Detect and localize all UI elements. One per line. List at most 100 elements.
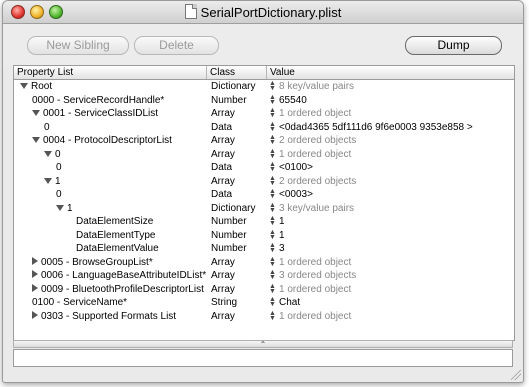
table-row[interactable]: 0 Array ▲ ▼ 1 ordered object	[14, 148, 514, 162]
row-class-cell[interactable]: Number	[211, 94, 271, 108]
class-popup-stepper-icon[interactable]: ▲ ▼	[269, 269, 276, 281]
column-header-value[interactable]: Value	[267, 66, 514, 79]
row-value-cell[interactable]: ▲ ▼ 1 ordered object	[269, 148, 509, 162]
row-key-cell[interactable]: Root	[14, 80, 213, 94]
row-value-cell[interactable]: ▲ ▼ 3	[269, 242, 509, 256]
row-key-cell[interactable]: 0006 - LanguageBaseAttributeIDList*	[14, 269, 225, 283]
row-key-cell[interactable]: 0000 - ServiceRecordHandle*	[14, 94, 225, 108]
table-row[interactable]: 0001 - ServiceClassIDList Array ▲ ▼ 1 ordere…	[14, 107, 514, 121]
row-class-cell[interactable]: Number	[211, 242, 271, 256]
disclosure-expanded-icon[interactable]	[44, 177, 52, 184]
disclosure-collapsed-icon[interactable]	[32, 256, 38, 265]
row-key-cell[interactable]: 0005 - BrowseGroupList*	[14, 256, 225, 270]
disclosure-expanded-icon[interactable]	[32, 137, 40, 143]
row-key-cell[interactable]: 0303 - Supported Formats List	[14, 310, 225, 324]
table-row[interactable]: 0009 - BluetoothProfileDescriptorList Arr…	[14, 283, 514, 297]
table-row[interactable]: 0000 - ServiceRecordHandle* Number ▲ ▼ 65540	[14, 94, 514, 108]
disclosure-expanded-icon[interactable]	[44, 150, 52, 157]
row-key-cell[interactable]: 0001 - ServiceClassIDList	[14, 107, 225, 121]
class-popup-stepper-icon[interactable]: ▲ ▼	[269, 202, 276, 214]
row-class-cell[interactable]: Array	[211, 269, 271, 283]
class-popup-stepper-icon[interactable]: ▲ ▼	[269, 134, 276, 146]
table-row[interactable]: 0 Data ▲ ▼ <0100>	[14, 161, 514, 175]
column-header-property-list[interactable]: Property List	[14, 66, 207, 79]
row-value-cell[interactable]: ▲ ▼ 1 ordered object	[269, 310, 509, 324]
class-popup-stepper-icon[interactable]: ▲ ▼	[269, 94, 276, 106]
table-row[interactable]: 0005 - BrowseGroupList* Array ▲ ▼ 1 ordered …	[14, 256, 514, 270]
row-key-cell[interactable]: 0004 - ProtocolDescriptorList	[14, 134, 225, 148]
row-value-cell[interactable]: ▲ ▼ 1	[269, 229, 509, 243]
row-class-cell[interactable]: Array	[211, 175, 271, 189]
row-class-cell[interactable]: Array	[211, 134, 271, 148]
row-class-cell[interactable]: Array	[211, 256, 271, 270]
row-key-cell[interactable]: 1	[14, 175, 237, 189]
table-row[interactable]: 0303 - Supported Formats List Array ▲ ▼ 1 or…	[14, 310, 514, 324]
row-value-cell[interactable]: ▲ ▼ 2 ordered objects	[269, 134, 509, 148]
row-class-cell[interactable]: Array	[211, 310, 271, 324]
disclosure-expanded-icon[interactable]	[32, 110, 40, 116]
class-popup-stepper-icon[interactable]: ▲ ▼	[269, 148, 276, 160]
row-value-cell[interactable]: ▲ ▼ 1 ordered object	[269, 256, 509, 270]
class-popup-stepper-icon[interactable]: ▲ ▼	[269, 215, 276, 227]
row-value-cell[interactable]: ▲ ▼ Chat	[269, 296, 509, 310]
row-class-cell[interactable]: Number	[211, 215, 271, 229]
class-popup-stepper-icon[interactable]: ▲ ▼	[269, 175, 276, 187]
class-popup-stepper-icon[interactable]: ▲ ▼	[269, 80, 276, 92]
row-value-cell[interactable]: ▲ ▼ 3 key/value pairs	[269, 202, 509, 216]
table-row[interactable]: 0100 - ServiceName* String ▲ ▼ Chat	[14, 296, 514, 310]
title-bar[interactable]: SerialPortDictionary.plist	[3, 1, 523, 24]
class-popup-stepper-icon[interactable]: ▲ ▼	[269, 229, 276, 241]
row-value-cell[interactable]: ▲ ▼ <0003>	[269, 188, 509, 202]
class-popup-stepper-icon[interactable]: ▲ ▼	[269, 283, 276, 295]
table-row[interactable]: Root Dictionary ▲ ▼ 8 key/value pairs	[14, 80, 514, 94]
row-value-cell[interactable]: ▲ ▼ 3 ordered objects	[269, 269, 509, 283]
disclosure-collapsed-icon[interactable]	[32, 270, 38, 278]
delete-button[interactable]: Delete	[134, 36, 219, 55]
row-class-cell[interactable]: Dictionary	[211, 80, 271, 94]
row-value-cell[interactable]: ▲ ▼ 1	[269, 215, 509, 229]
row-class-cell[interactable]: Array	[211, 283, 271, 297]
row-class-cell[interactable]: Number	[211, 229, 271, 243]
table-row[interactable]: 1 Array ▲ ▼ 2 ordered objects	[14, 175, 514, 189]
disclosure-collapsed-icon[interactable]	[32, 283, 38, 292]
table-row[interactable]: 1 Dictionary ▲ ▼ 3 key/value pairs	[14, 202, 514, 216]
resize-grip-icon[interactable]	[511, 370, 521, 380]
class-popup-stepper-icon[interactable]: ▲ ▼	[269, 296, 276, 308]
row-key-cell[interactable]: 0	[14, 148, 237, 162]
table-row[interactable]: 0 Data ▲ ▼ <0003>	[14, 188, 514, 202]
table-row[interactable]: DataElementValue Number ▲ ▼ 3	[14, 242, 514, 256]
row-value-cell[interactable]: ▲ ▼ <0dad4365 5df111d6 9f6e0003 9353e858 >	[269, 121, 509, 135]
class-popup-stepper-icon[interactable]: ▲ ▼	[269, 256, 276, 268]
row-value-cell[interactable]: ▲ ▼ 2 ordered objects	[269, 175, 509, 189]
row-class-cell[interactable]: Array	[211, 148, 271, 162]
row-value-cell[interactable]: ▲ ▼ 65540	[269, 94, 509, 108]
split-view-divider[interactable]: ⌃	[13, 340, 513, 349]
column-header-class[interactable]: Class	[207, 66, 267, 79]
row-value-cell[interactable]: ▲ ▼ 8 key/value pairs	[269, 80, 509, 94]
new-sibling-button[interactable]: New Sibling	[27, 36, 129, 55]
row-class-cell[interactable]: Data	[211, 188, 271, 202]
disclosure-collapsed-icon[interactable]	[32, 310, 38, 319]
row-class-cell[interactable]: Data	[211, 161, 271, 175]
table-row[interactable]: 0006 - LanguageBaseAttributeIDList* Array…	[14, 269, 514, 283]
row-key-cell[interactable]: 0100 - ServiceName*	[14, 296, 225, 310]
row-value-cell[interactable]: ▲ ▼ 1 ordered object	[269, 283, 509, 297]
class-popup-stepper-icon[interactable]: ▲ ▼	[269, 121, 276, 133]
table-row[interactable]: DataElementSize Number ▲ ▼ 1	[14, 215, 514, 229]
table-row[interactable]: 0 Data ▲ ▼ <0dad4365 5df111d6 9f6e0003 9353e…	[14, 121, 514, 135]
table-row[interactable]: DataElementType Number ▲ ▼ 1	[14, 229, 514, 243]
property-list-table[interactable]: Property List Class Value Root Dictionary…	[13, 65, 515, 341]
row-key-cell[interactable]: 0	[14, 121, 237, 135]
class-popup-stepper-icon[interactable]: ▲ ▼	[269, 310, 276, 322]
disclosure-expanded-icon[interactable]	[56, 204, 64, 211]
class-popup-stepper-icon[interactable]: ▲ ▼	[269, 161, 276, 173]
row-value-cell[interactable]: ▲ ▼ <0100>	[269, 161, 509, 175]
class-popup-stepper-icon[interactable]: ▲ ▼	[269, 188, 276, 200]
row-class-cell[interactable]: Data	[211, 121, 271, 135]
row-class-cell[interactable]: Array	[211, 107, 271, 121]
row-class-cell[interactable]: Dictionary	[211, 202, 271, 216]
dump-button[interactable]: Dump	[405, 36, 502, 55]
disclosure-expanded-icon[interactable]	[20, 83, 28, 89]
row-value-cell[interactable]: ▲ ▼ 1 ordered object	[269, 107, 509, 121]
class-popup-stepper-icon[interactable]: ▲ ▼	[269, 242, 276, 254]
